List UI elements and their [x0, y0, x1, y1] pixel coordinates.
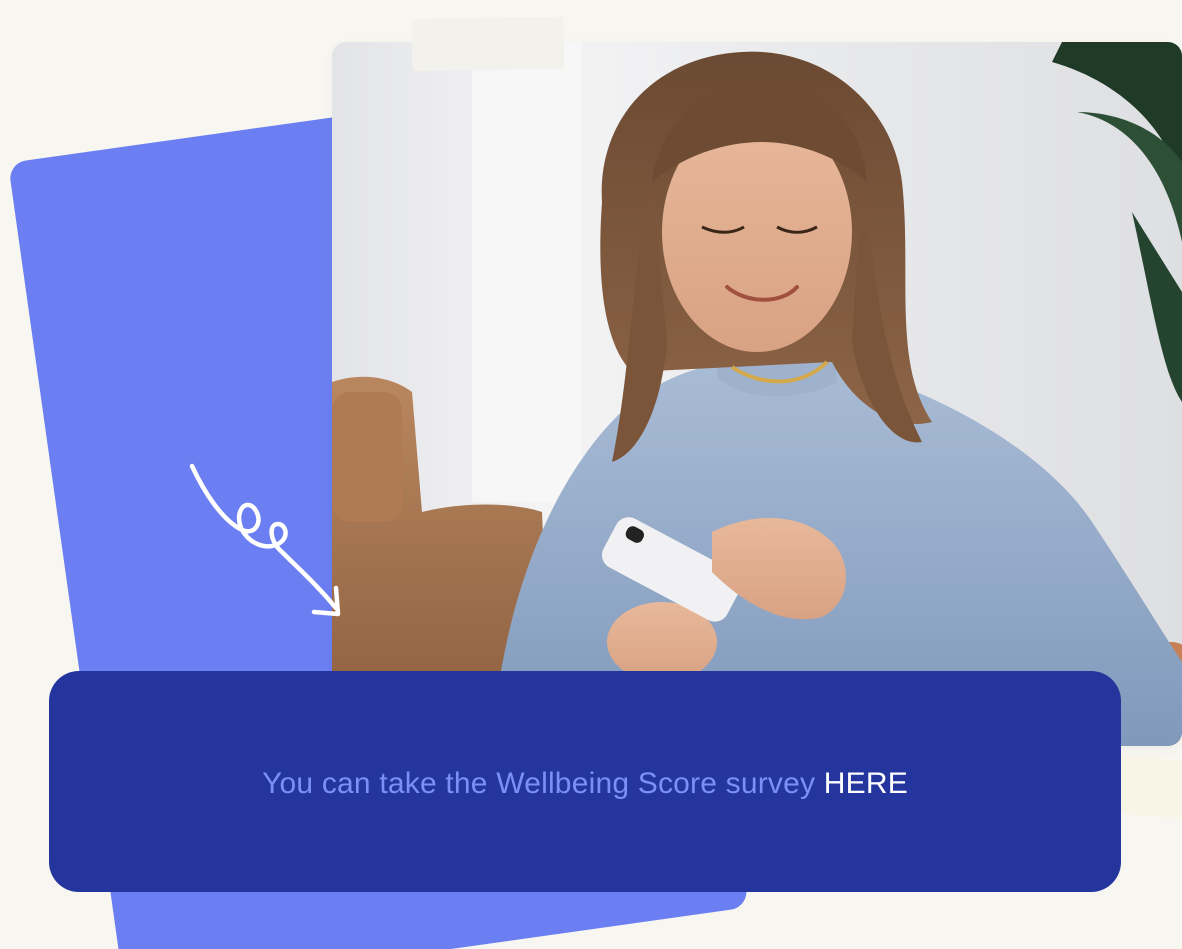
- cta-message-text: You can take the Wellbeing Score survey: [262, 766, 824, 800]
- woman-with-phone-illustration: [332, 42, 1182, 746]
- hero-photo: [332, 42, 1182, 746]
- cta-panel: You can take the Wellbeing Score survey …: [49, 671, 1121, 892]
- survey-link[interactable]: HERE: [824, 767, 908, 800]
- hand-drawn-arrow-icon: [189, 463, 341, 617]
- tape-top-decoration: [411, 16, 565, 72]
- stage: You can take the Wellbeing Score survey …: [0, 0, 1182, 949]
- cta-message: You can take the Wellbeing Score survey …: [262, 767, 908, 801]
